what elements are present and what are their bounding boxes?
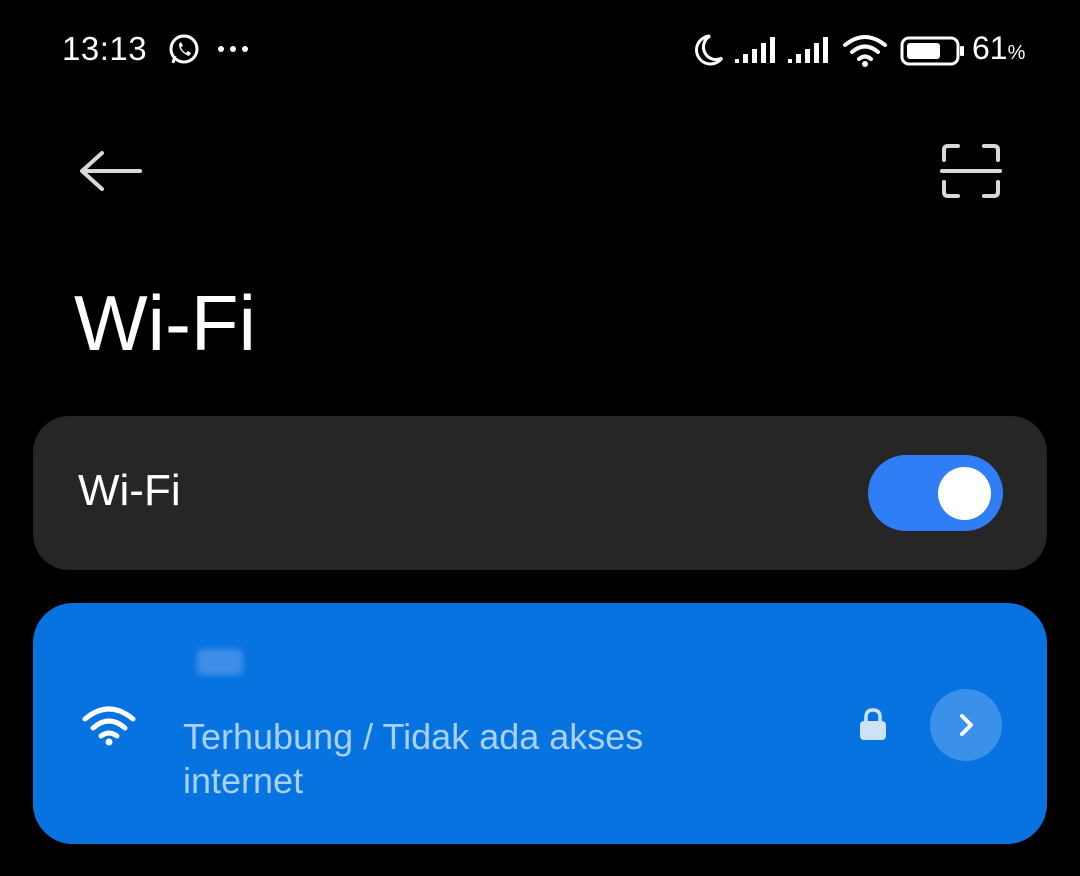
network-status: Terhubung / Tidak ada akses internet (183, 716, 644, 801)
status-bar: 13:13 61% (0, 0, 1080, 100)
chevron-right-icon (960, 714, 973, 736)
battery-percentage: 61% (972, 30, 1025, 67)
battery-percent-value: 61 (972, 30, 1008, 66)
wifi-toggle-row[interactable]: Wi-Fi (33, 416, 1047, 570)
signal-icon (735, 37, 775, 63)
page-title: Wi-Fi (74, 279, 256, 367)
network-name-redacted (197, 649, 243, 675)
back-arrow-icon[interactable] (76, 140, 146, 200)
network-details-button[interactable] (930, 689, 1002, 761)
more-dots-icon (218, 46, 248, 52)
moon-icon (695, 34, 724, 66)
connected-network-item[interactable]: Terhubung / Tidak ada akses internet (33, 603, 1047, 844)
switch-knob (938, 467, 991, 520)
whatsapp-icon (169, 34, 199, 64)
lock-icon (860, 708, 886, 740)
wifi-signal-icon (82, 706, 136, 746)
battery-icon (900, 36, 964, 66)
battery-percent-unit: % (1007, 42, 1026, 64)
wifi-toggle-label: Wi-Fi (78, 466, 181, 515)
signal-icon (788, 37, 828, 63)
wifi-toggle-switch[interactable] (868, 455, 1003, 531)
wifi-icon (843, 35, 887, 67)
scan-qr-icon[interactable] (940, 142, 1002, 200)
status-time: 13:13 (62, 30, 148, 67)
